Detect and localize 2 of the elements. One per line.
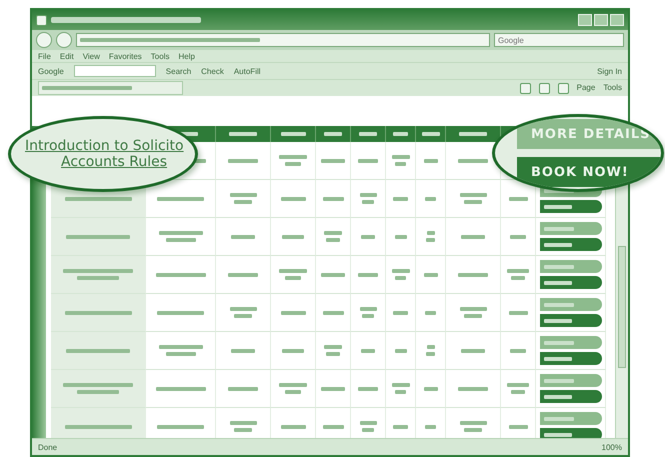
toolbar-brand: Google bbox=[38, 66, 64, 76]
status-text: Done bbox=[38, 442, 58, 452]
